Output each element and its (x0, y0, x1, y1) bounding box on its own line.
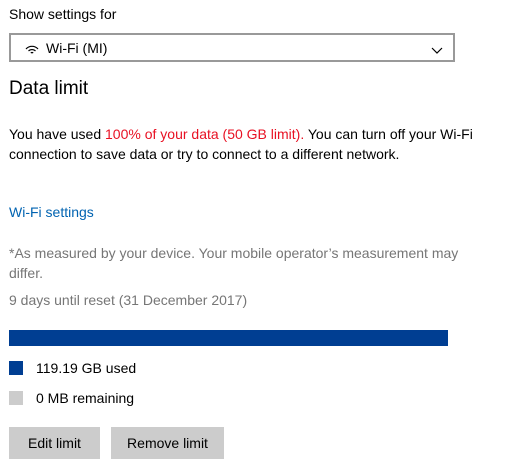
usage-message-prefix: You have used (9, 126, 106, 142)
remaining-swatch (9, 391, 23, 405)
wifi-settings-link[interactable]: Wi-Fi settings (9, 204, 94, 220)
legend-remaining: 0 MB remaining (9, 390, 134, 406)
chevron-down-icon (431, 42, 443, 54)
legend-used-label: 119.19 GB used (36, 360, 137, 376)
usage-progress-fill (9, 330, 448, 346)
data-limit-title: Data limit (9, 78, 89, 99)
remove-limit-button[interactable]: Remove limit (111, 427, 224, 459)
wifi-icon (24, 40, 40, 56)
edit-limit-button[interactable]: Edit limit (9, 427, 100, 459)
usage-progress-bar (9, 330, 448, 346)
network-dropdown[interactable]: Wi-Fi (MI) (9, 33, 455, 62)
legend-remaining-label: 0 MB remaining (36, 390, 135, 406)
show-settings-label: Show settings for (9, 6, 117, 22)
reset-countdown: 9 days until reset (31 December 2017) (9, 292, 248, 308)
used-swatch (9, 361, 23, 375)
usage-message: You have used 100% of your data (50 GB l… (9, 124, 489, 164)
usage-message-highlight: 100% of your data (50 GB limit). (105, 126, 305, 142)
legend-used: 119.19 GB used (9, 360, 136, 376)
network-dropdown-value: Wi-Fi (MI) (46, 39, 108, 56)
measurement-note: *As measured by your device. Your mobile… (9, 245, 459, 281)
